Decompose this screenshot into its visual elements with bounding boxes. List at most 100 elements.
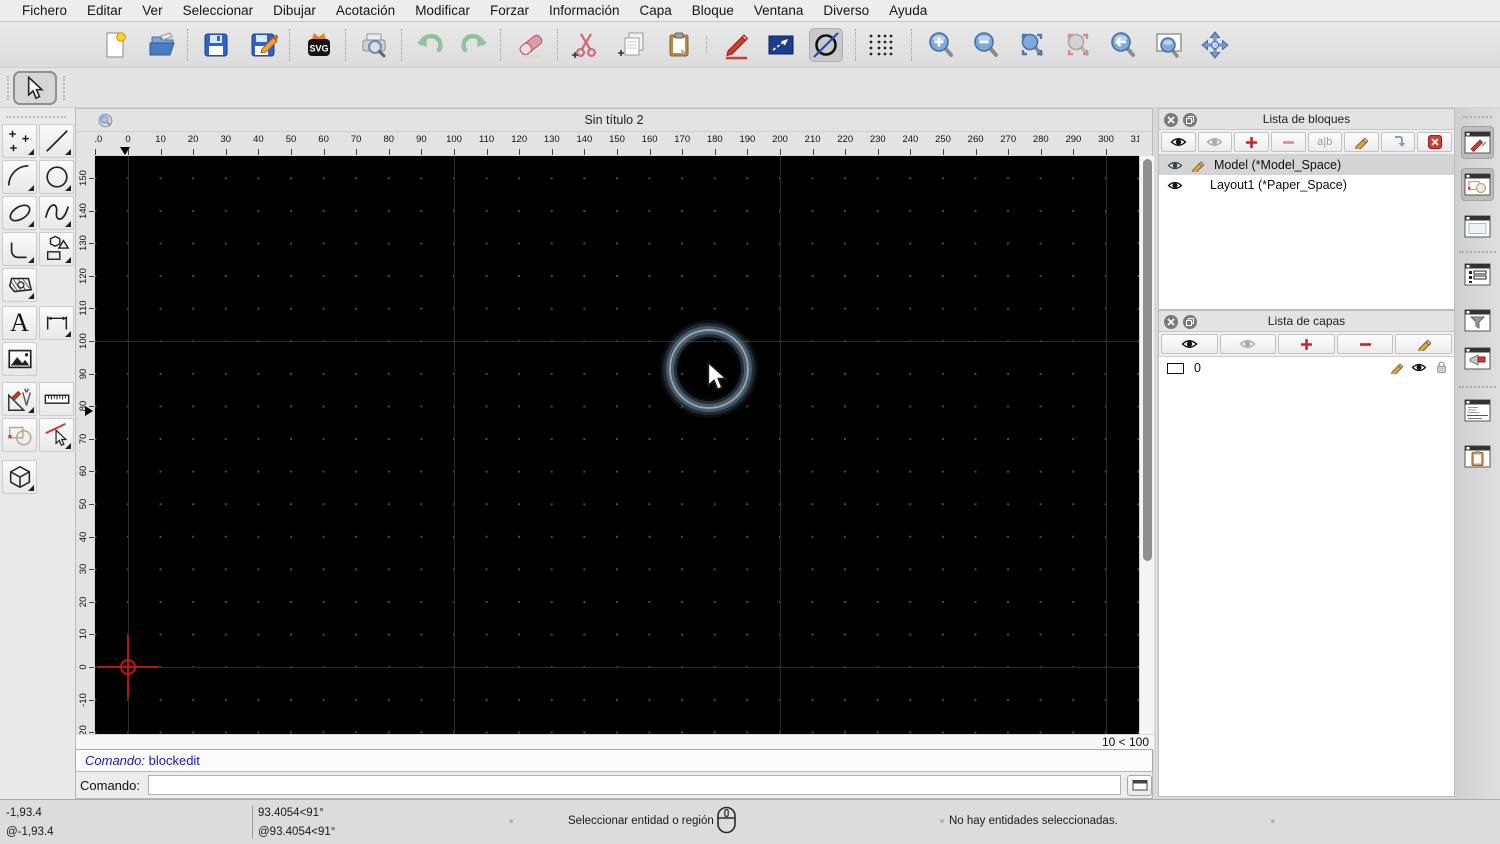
circle-tool-button[interactable] xyxy=(809,28,843,62)
block-row-model[interactable]: Model (*Model_Space) xyxy=(1159,155,1454,175)
hide-all-blocks-button[interactable] xyxy=(1197,132,1233,152)
lock-icon[interactable] xyxy=(1435,360,1448,374)
pencil-icon[interactable] xyxy=(1191,159,1204,172)
new-document-button[interactable] xyxy=(98,28,132,62)
image-tool-button[interactable] xyxy=(2,342,37,376)
zoom-pan-button[interactable] xyxy=(1198,28,1232,62)
add-block-button[interactable] xyxy=(1234,132,1269,152)
menu-modificar[interactable]: Modificar xyxy=(405,3,480,18)
dock-strip-handle[interactable] xyxy=(1463,116,1492,118)
modify-tools-button[interactable] xyxy=(2,382,37,416)
undo-button[interactable] xyxy=(412,28,446,62)
hatch-tool-button[interactable] xyxy=(2,268,37,302)
print-preview-button[interactable] xyxy=(357,28,391,62)
menu-editar[interactable]: Editar xyxy=(77,3,132,18)
text-tool-button[interactable]: A xyxy=(2,306,37,340)
drawing-canvas[interactable] xyxy=(95,156,1139,734)
close-icon[interactable] xyxy=(1164,314,1178,329)
menu-forzar[interactable]: Forzar xyxy=(480,3,539,18)
zoom-window-button[interactable] xyxy=(1152,28,1186,62)
insert-block-button[interactable] xyxy=(1380,132,1416,152)
block-tool-button[interactable] xyxy=(2,418,37,452)
toolbar-handle[interactable] xyxy=(7,76,9,100)
menu-informacion[interactable]: Información xyxy=(539,3,630,18)
points-tool-button[interactable] xyxy=(2,124,37,158)
select-tool-button[interactable] xyxy=(13,71,57,105)
circle-shape-tool-button[interactable] xyxy=(39,160,74,194)
box-3d-tool-button[interactable] xyxy=(2,460,37,494)
eye-icon[interactable] xyxy=(1167,180,1183,191)
edit-layer-button[interactable] xyxy=(1395,334,1452,354)
copy-button[interactable] xyxy=(616,28,650,62)
vertical-scrollbar[interactable] xyxy=(1139,156,1154,734)
remove-layer-button[interactable] xyxy=(1336,334,1394,354)
eye-icon[interactable] xyxy=(1411,362,1427,373)
pen-button[interactable] xyxy=(719,28,753,62)
hide-all-layers-button[interactable] xyxy=(1219,334,1277,354)
menu-capa[interactable]: Capa xyxy=(630,3,682,18)
line-tool-button[interactable] xyxy=(39,124,74,158)
snap-grid-button[interactable] xyxy=(864,28,898,62)
h-ruler-label: 110 xyxy=(479,134,495,145)
pencil-icon[interactable] xyxy=(1390,361,1403,374)
cut-button[interactable] xyxy=(569,28,603,62)
menu-dibujar[interactable]: Dibujar xyxy=(263,3,326,18)
spline-tool-button[interactable] xyxy=(39,196,74,230)
arc-tool-button[interactable] xyxy=(2,160,37,194)
dock-blank-window-button[interactable] xyxy=(1461,210,1494,243)
rename-block-button[interactable]: a|b xyxy=(1307,132,1343,152)
open-file-button[interactable] xyxy=(145,28,179,62)
menu-diverso[interactable]: Diverso xyxy=(813,3,879,18)
zoom-previous-button[interactable] xyxy=(1061,28,1095,62)
add-layer-button[interactable] xyxy=(1278,334,1335,354)
command-input[interactable] xyxy=(147,775,1122,795)
float-panel-icon[interactable] xyxy=(1183,314,1197,329)
menu-acotacion[interactable]: Acotación xyxy=(326,3,405,18)
eye-icon[interactable] xyxy=(1167,160,1183,171)
save-as-button[interactable] xyxy=(246,28,280,62)
toolbar-handle[interactable] xyxy=(63,76,65,100)
menu-ver[interactable]: Ver xyxy=(132,3,172,18)
zoom-in-button[interactable] xyxy=(924,28,958,62)
dock-library-window-button[interactable] xyxy=(1461,168,1494,201)
dock-filter-window-button[interactable] xyxy=(1461,304,1494,337)
dock-tool-window-button[interactable] xyxy=(1461,342,1494,375)
command-window-toggle-button[interactable] xyxy=(1127,774,1152,796)
dock-clipboard-window-button[interactable] xyxy=(1461,440,1494,473)
dimension-tool-button[interactable] xyxy=(39,306,74,340)
menu-fichero[interactable]: Fichero xyxy=(12,3,77,18)
scrollbar-thumb[interactable] xyxy=(1143,159,1152,561)
edit-block-button[interactable] xyxy=(1344,132,1379,152)
zoom-out-button[interactable] xyxy=(969,28,1003,62)
remove-block-button[interactable] xyxy=(1270,132,1306,152)
dock-command-window-button[interactable] xyxy=(1461,394,1494,427)
menu-ayuda[interactable]: Ayuda xyxy=(879,3,937,18)
show-all-layers-button[interactable] xyxy=(1161,334,1218,354)
menu-ventana[interactable]: Ventana xyxy=(744,3,814,18)
save-button[interactable] xyxy=(199,28,233,62)
dock-block-list-window-button[interactable] xyxy=(1461,258,1494,291)
eraser-button[interactable] xyxy=(514,28,548,62)
paste-button[interactable] xyxy=(662,28,696,62)
show-all-blocks-button[interactable] xyxy=(1161,132,1196,152)
zoom-auto-button[interactable] xyxy=(1015,28,1049,62)
select-entity-tool-button[interactable] xyxy=(39,418,74,452)
ellipse-tool-button[interactable] xyxy=(2,196,37,230)
menu-bloque[interactable]: Bloque xyxy=(682,3,744,18)
delete-block-button[interactable] xyxy=(1417,132,1452,152)
polyline-tool-button[interactable] xyxy=(2,232,37,266)
layer-row-0[interactable]: 0 xyxy=(1159,357,1454,379)
measure-tool-button[interactable] xyxy=(39,382,74,416)
block-row-layout1[interactable]: Layout1 (*Paper_Space) xyxy=(1159,175,1454,195)
redo-button[interactable] xyxy=(458,28,492,62)
float-panel-icon[interactable] xyxy=(1183,112,1197,127)
close-icon[interactable] xyxy=(1164,112,1178,127)
export-svg-button[interactable]: SVG xyxy=(302,28,336,62)
zoom-back-button[interactable] xyxy=(1106,28,1140,62)
dock-pen-window-button[interactable] xyxy=(1461,126,1494,159)
selection-window-button[interactable] xyxy=(764,28,798,62)
palette-handle[interactable] xyxy=(6,116,66,118)
menu-seleccionar[interactable]: Seleccionar xyxy=(173,3,264,18)
polygon-tool-button[interactable] xyxy=(39,232,74,266)
layer-color-swatch[interactable] xyxy=(1167,362,1184,374)
